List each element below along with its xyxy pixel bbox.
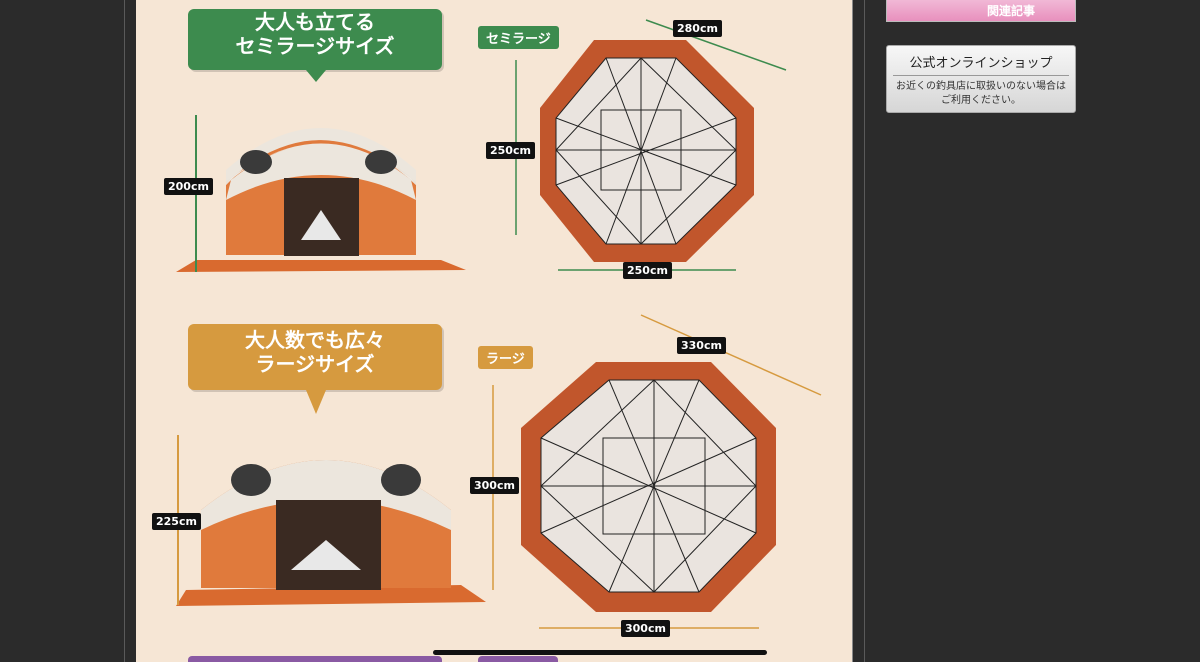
semi-bubble-tail bbox=[306, 70, 326, 82]
large-diagonal-dim: 330cm bbox=[677, 337, 726, 354]
large-headline-line1: 大人数でも広々 bbox=[245, 328, 385, 352]
semi-tent-illustration bbox=[176, 115, 466, 272]
large-tent-illustration bbox=[176, 435, 486, 606]
semi-headline-line2: セミラージサイズ bbox=[235, 34, 395, 58]
content-edge bbox=[852, 0, 853, 662]
large-height-dim: 225cm bbox=[152, 513, 201, 530]
left-margin bbox=[0, 0, 124, 662]
online-shop-button[interactable]: 公式オンラインショップ お近くの釣具店に取扱いのない場合は ご利用ください。 bbox=[886, 45, 1076, 113]
related-articles-banner[interactable]: 関連記事 bbox=[886, 0, 1076, 22]
semi-diagonal-dim: 280cm bbox=[673, 20, 722, 37]
semi-floor-plan bbox=[515, 19, 787, 271]
large-bubble-tail bbox=[306, 390, 326, 414]
large-floor-plan bbox=[492, 314, 822, 629]
semi-large-headline: 大人も立てる セミラージサイズ bbox=[188, 9, 442, 70]
left-divider bbox=[124, 0, 125, 662]
semi-height-dim: 200cm bbox=[164, 178, 213, 195]
online-shop-description: お近くの釣具店に取扱いのない場合は ご利用ください。 bbox=[887, 76, 1075, 108]
semi-headline-line1: 大人も立てる bbox=[255, 10, 375, 34]
semi-width-dim: 250cm bbox=[623, 262, 672, 279]
sidebar-divider bbox=[864, 0, 865, 662]
large-width-dim: 300cm bbox=[621, 620, 670, 637]
home-indicator-bar[interactable] bbox=[433, 650, 767, 655]
next-section-tag bbox=[478, 656, 558, 662]
large-depth-dim: 300cm bbox=[470, 477, 519, 494]
shop-desc-line2: ご利用ください。 bbox=[941, 95, 1021, 106]
related-articles-label: 関連記事 bbox=[986, 4, 1035, 18]
online-shop-title: 公式オンラインショップ bbox=[893, 46, 1069, 76]
large-headline-line2: ラージサイズ bbox=[255, 352, 375, 376]
product-image-panel: 大人も立てる セミラージサイズ 200cm セミラージ 280cm 250cm bbox=[136, 0, 852, 662]
shop-desc-line1: お近くの釣具店に取扱いのない場合は bbox=[896, 81, 1066, 92]
next-section-bubble bbox=[188, 656, 442, 662]
semi-depth-dim: 250cm bbox=[486, 142, 535, 159]
large-headline: 大人数でも広々 ラージサイズ bbox=[188, 324, 442, 390]
